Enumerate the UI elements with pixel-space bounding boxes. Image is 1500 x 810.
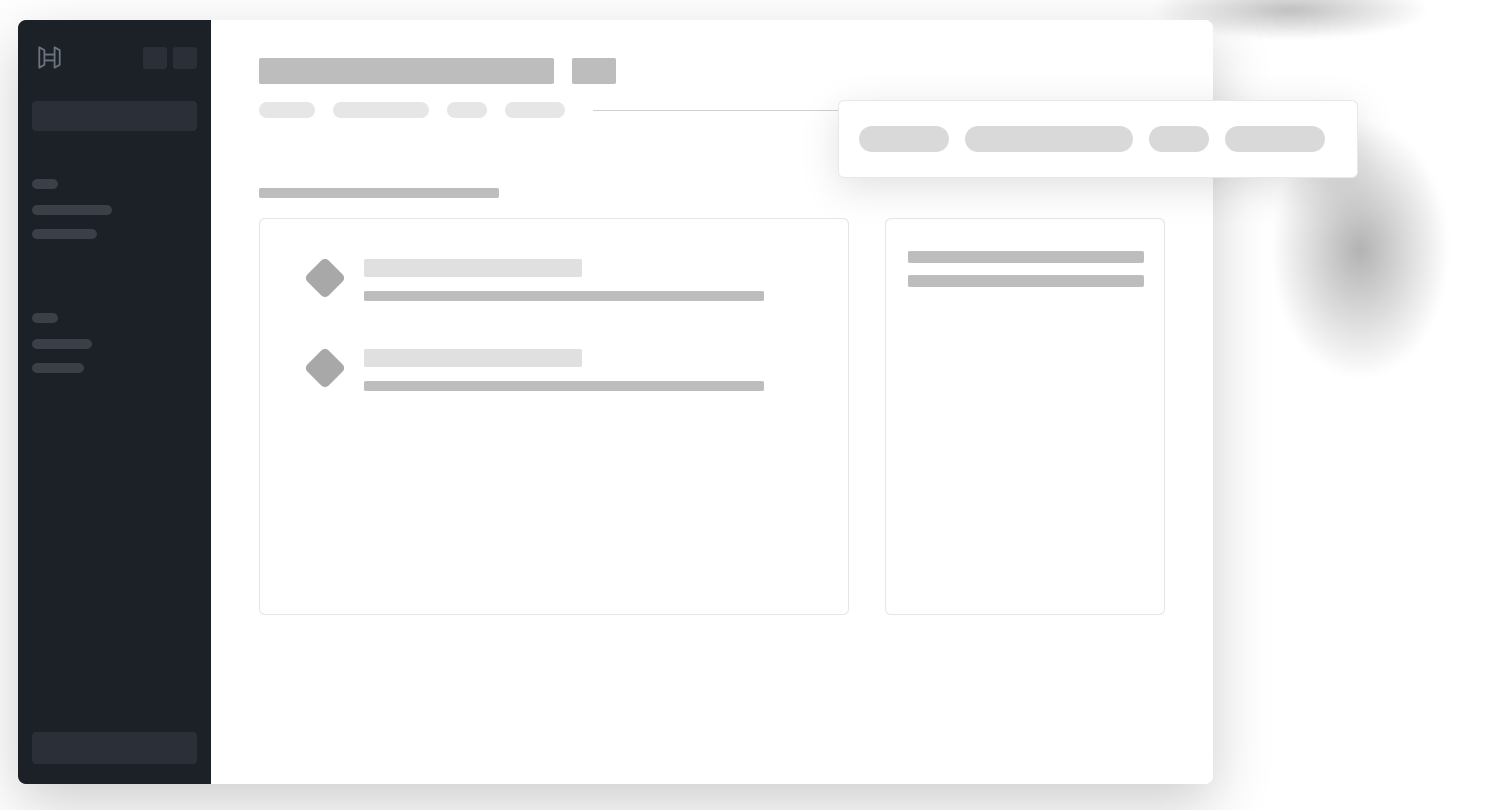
sidebar-header <box>32 40 197 75</box>
sidebar-section-1 <box>32 179 197 253</box>
list-item-title <box>364 259 582 277</box>
tab[interactable] <box>259 102 315 118</box>
hashicorp-logo-icon[interactable] <box>32 40 67 75</box>
side-card-line <box>908 275 1144 287</box>
diamond-icon <box>304 257 346 299</box>
page-header <box>259 58 1165 84</box>
list-item[interactable] <box>310 259 798 301</box>
sidebar-section-header <box>32 179 58 189</box>
side-card-line <box>908 251 1144 263</box>
floating-action-panel <box>838 100 1358 178</box>
org-selector[interactable] <box>32 101 197 131</box>
list-item-description <box>364 291 764 301</box>
sidebar <box>18 20 211 784</box>
header-icon-2[interactable] <box>173 47 197 69</box>
action-pill[interactable] <box>965 126 1133 152</box>
list-item-title <box>364 349 582 367</box>
sidebar-top-icons <box>143 47 197 69</box>
sidebar-nav-item[interactable] <box>32 205 112 215</box>
list-item-description <box>364 381 764 391</box>
tab[interactable] <box>333 102 429 118</box>
page-badge <box>572 58 616 84</box>
sidebar-nav-item[interactable] <box>32 363 84 373</box>
tab[interactable] <box>505 102 565 118</box>
app-window <box>18 20 1213 784</box>
content-row <box>259 218 1165 615</box>
sidebar-section-header <box>32 313 58 323</box>
header-icon-1[interactable] <box>143 47 167 69</box>
action-pill[interactable] <box>1149 126 1209 152</box>
action-pill[interactable] <box>859 126 949 152</box>
action-pill[interactable] <box>1225 126 1325 152</box>
sidebar-nav-item[interactable] <box>32 229 97 239</box>
sidebar-nav-item[interactable] <box>32 339 92 349</box>
sidebar-section-2 <box>32 313 197 387</box>
main-card <box>259 218 849 615</box>
section-heading <box>259 188 499 198</box>
sidebar-footer[interactable] <box>32 732 197 764</box>
diamond-icon <box>304 347 346 389</box>
side-card <box>885 218 1165 615</box>
list-item-text <box>364 259 798 301</box>
page-title <box>259 58 554 84</box>
list-item[interactable] <box>310 349 798 391</box>
list-item-text <box>364 349 798 391</box>
tab[interactable] <box>447 102 487 118</box>
